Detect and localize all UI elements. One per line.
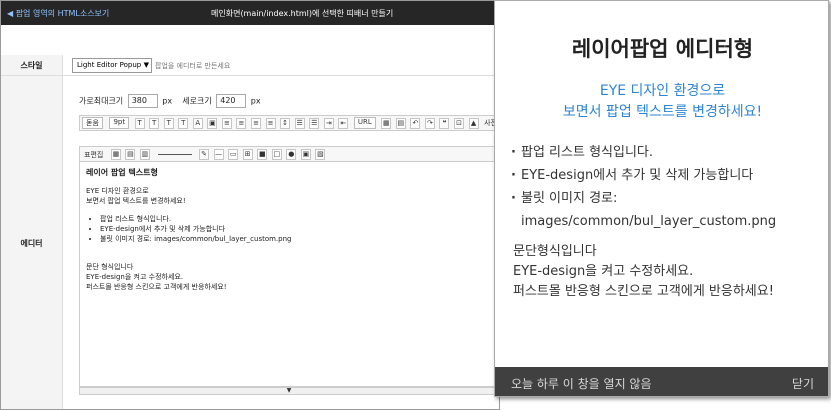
hr-icon[interactable]: — [213,149,224,160]
popup-paragraph: 문단형식입니다 EYE-design을 켜고 수정하세요. 퍼스트몰 반응형 스… [513,242,774,302]
width-unit: px [162,96,173,106]
image-icon[interactable]: ▲ [468,118,479,129]
underline-icon[interactable]: T [149,118,160,129]
content-title: 레이어 팝업 텍스트형 [86,168,158,177]
list-bullet-icon[interactable]: ☰ [294,118,305,129]
table-edit-label: 표편집 [84,151,104,159]
file-icon[interactable]: ▧ [315,149,326,160]
view-html-source-link[interactable]: ◀ 팝업 영역의 HTML소스보기 [7,8,109,19]
strike-icon[interactable]: T [178,118,189,129]
popup-footer: 오늘 하루 이 창을 열지 않음 닫기 [495,367,828,396]
table-col-icon[interactable]: ▥ [139,149,150,160]
width-label: 가로최대크기 [79,96,124,106]
chevron-down-icon: ▼ [143,61,149,69]
table-insert-icon[interactable]: ▦ [110,149,121,160]
redo-icon[interactable]: ↷ [424,118,435,129]
height-label: 세로크기 [182,96,212,106]
width-input[interactable]: 380 [127,94,158,108]
style-select-value: Light Editor Popup [77,61,142,69]
content-para-line: 퍼스트몰 반응형 스킨으로 고객에게 반응하세요! [86,283,227,291]
quote-icon[interactable]: ❝ [439,118,450,129]
style-select[interactable]: Light Editor Popup ▼ [72,58,152,73]
indent-icon[interactable]: ⇥ [323,118,334,129]
horizontal-line-icon[interactable] [157,154,192,155]
align-left-icon[interactable]: ≡ [221,118,232,129]
editor-label-text: 에디터 [20,239,43,248]
line-height-icon[interactable]: ↕ [280,118,291,129]
align-justify-icon[interactable]: ≡ [265,118,276,129]
table-toolbar: 표편집 ▦ ▤ ▥ ✎ — ▭ ⊞ ■ □ ● ▣ ▧ [79,146,499,162]
content-para-line: EYE-design을 켜고 수정하세요. [86,273,184,281]
editor-content-area[interactable]: 레이어 팝업 텍스트형 EYE 디자인 환경으로 보면서 팝업 텍스트를 변경하… [79,162,499,387]
popup-bullet-path: images/common/bul_layer_custom.png [521,214,777,229]
url-button[interactable]: URL [353,117,376,129]
popup-para-line: 퍼스트몰 반응형 스킨으로 고객에게 반응하세요! [513,284,774,299]
content-para-line: 문단 형식입니다 [86,263,134,271]
table-row-icon[interactable]: ▤ [125,149,136,160]
popup-bullet: 팝업 리스트 형식입니다. [511,141,776,164]
popup-para-line: EYE-design을 켜고 수정하세요. [513,264,694,279]
dont-show-today-button[interactable]: 오늘 하루 이 창을 열지 않음 [511,375,652,392]
editor-toolbar: 돋움 9pt T T T T A ▣ ≡ ≡ ≡ ≡ ↕ ☰ ☰ ⇥ ⇤ URL… [79,115,499,131]
content-bullet-list: 팝업 리스트 형식입니다. EYE-design에서 추가 및 삭제 가능합니다… [100,214,492,244]
merge-cells-icon[interactable]: ▭ [228,149,239,160]
cell-bg-icon[interactable]: ■ [257,149,268,160]
popup-bullet-list: 팝업 리스트 형식입니다. EYE-design에서 추가 및 삭제 가능합니다… [511,141,776,233]
bold-icon[interactable]: T [134,118,145,129]
popup-bullet: 불릿 이미지 경로: images/common/bul_layer_custo… [511,187,776,233]
popup-subtitle-line-1: EYE 디자인 환경으로 [599,83,726,99]
bg-color-icon[interactable]: ▣ [207,118,218,129]
italic-icon[interactable]: T [163,118,174,129]
editor-window: ◀ 팝업 영역의 HTML소스보기 메인화면(main/index.html)에… [0,0,500,410]
popup-title: 레이어팝업 에디터형 [571,37,754,61]
close-button[interactable]: 닫기 [792,375,814,392]
special-char-icon[interactable]: ● [286,149,297,160]
height-unit: px [250,96,261,106]
content-line-2: 보면서 팝업 텍스트를 변경하세요! [86,197,186,205]
popup-bullet: EYE-design에서 추가 및 삭제 가능합니다 [511,164,776,187]
window-title: 메인화면(main/index.html)에 선택한 띠배너 만들기 [211,9,394,18]
pencil-icon[interactable]: ✎ [199,149,210,160]
cell-border-icon[interactable]: □ [271,149,282,160]
editor-label: 에디터 [1,76,63,409]
align-center-icon[interactable]: ≡ [236,118,247,129]
font-family-select[interactable]: 돋움 [82,117,103,129]
editor-resize-handle[interactable]: ▼ [79,387,499,395]
outdent-icon[interactable]: ⇤ [338,118,349,129]
preview-icon[interactable]: ⊡ [454,118,465,129]
content-bullet: 불릿 이미지 경로: images/common/bul_layer_custo… [100,234,492,244]
content-bullet: EYE-design에서 추가 및 삭제 가능합니다 [100,224,492,234]
style-row: Light Editor Popup ▼ 팝업을 에디터로 만든세요 [63,55,499,76]
style-help-text: 팝업을 에디터로 만든세요 [155,62,231,70]
table-icon[interactable]: ▦ [381,118,392,129]
content-line-1: EYE 디자인 환경으로 [86,187,149,195]
size-row: 가로최대크기 380 px 세로크기 420 px [79,94,261,108]
popup-para-line: 문단형식입니다 [513,244,597,259]
popup-subtitle-line-2: 보면서 팝업 텍스트를 변경하세요! [562,104,763,120]
split-cells-icon[interactable]: ⊞ [242,149,253,160]
undo-icon[interactable]: ↶ [410,118,421,129]
calendar-icon[interactable]: ▤ [395,118,406,129]
font-size-select[interactable]: 9pt [109,117,130,129]
popup-bullet-label: 불릿 이미지 경로: [521,191,618,206]
list-number-icon[interactable]: ☰ [309,118,320,129]
media-icon[interactable]: ▣ [300,149,311,160]
popup-subtitle: EYE 디자인 환경으로 보면서 팝업 텍스트를 변경하세요! [495,81,828,123]
top-bar: ◀ 팝업 영역의 HTML소스보기 메인화면(main/index.html)에… [1,1,499,25]
align-right-icon[interactable]: ≡ [251,118,262,129]
style-label: 스타일 [1,55,63,76]
font-color-icon[interactable]: A [192,118,203,129]
height-input[interactable]: 420 [216,94,247,108]
layer-popup-preview: 레이어팝업 에디터형 EYE 디자인 환경으로 보면서 팝업 텍스트를 변경하세… [494,0,829,397]
content-bullet: 팝업 리스트 형식입니다. [100,214,492,224]
